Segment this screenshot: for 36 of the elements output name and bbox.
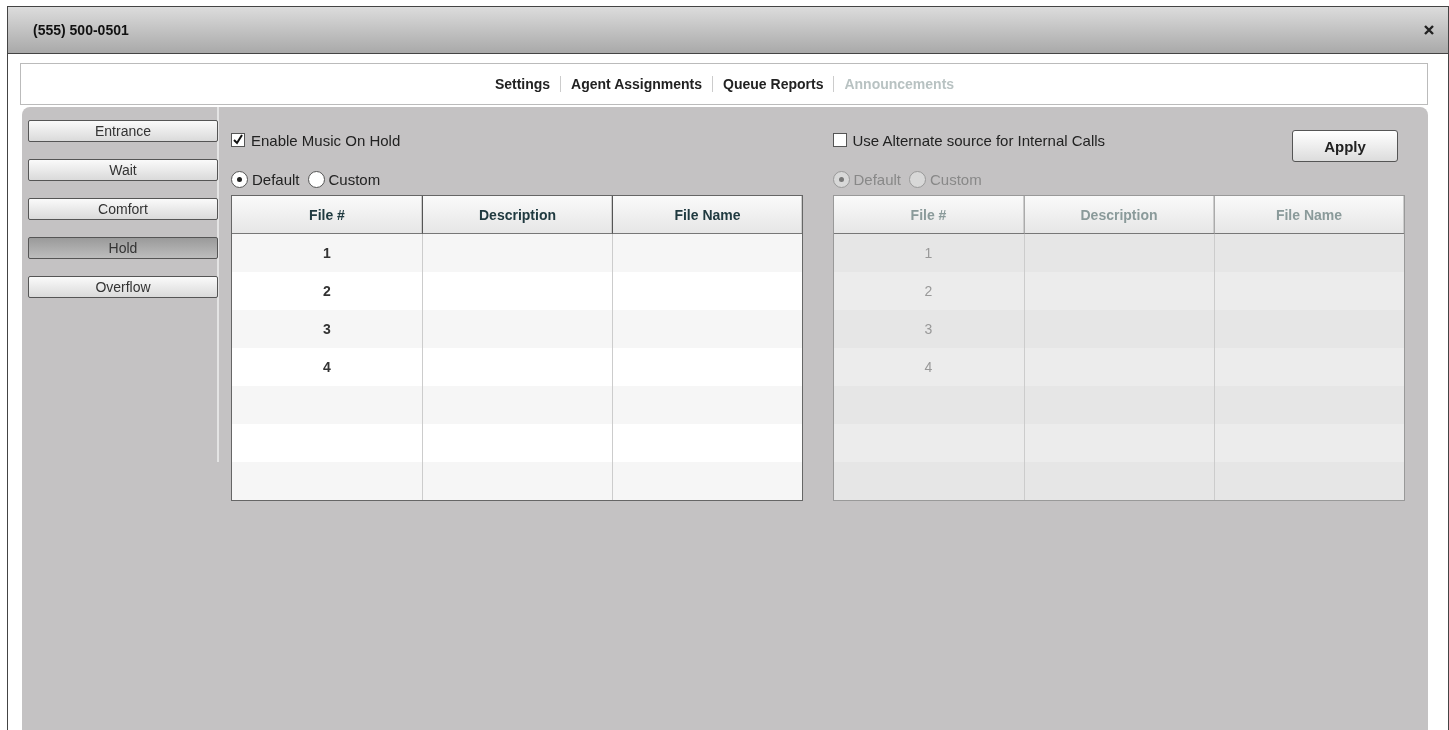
sidebar-button[interactable]: Wait — [28, 159, 218, 181]
radio-label: Default — [853, 170, 902, 188]
table-row[interactable] — [232, 462, 802, 500]
table-cell-text: 3 — [923, 320, 934, 339]
column-header[interactable]: File Name — [612, 196, 802, 234]
table-cell-text: 4 — [322, 358, 332, 377]
apply-button[interactable]: Apply — [1292, 130, 1398, 162]
table-cell-text: 2 — [923, 282, 934, 301]
checkbox-label: Use Alternate source for Internal Calls — [852, 131, 1106, 149]
radio-label: Default — [252, 170, 300, 188]
table-row[interactable]: 1 — [232, 234, 802, 272]
window-title: (555) 500-0501 — [33, 22, 129, 38]
table-cell-text: 1 — [322, 244, 332, 263]
close-icon[interactable] — [1424, 25, 1434, 35]
sidebar-button[interactable]: Entrance — [28, 120, 218, 142]
sidebar-button[interactable]: Overflow — [28, 276, 218, 298]
sidebar-button[interactable]: Hold — [28, 237, 218, 259]
radio-label: Custom — [930, 170, 982, 188]
tab[interactable]: Queue Reports — [712, 76, 834, 92]
table-row[interactable]: 3 — [232, 310, 802, 348]
radio-label: Custom — [328, 170, 381, 188]
table-row[interactable] — [232, 386, 802, 424]
radio-button[interactable] — [231, 170, 248, 188]
tab[interactable]: Settings — [483, 76, 561, 92]
radio-button[interactable] — [307, 170, 325, 188]
table-cell-text: 4 — [923, 358, 934, 377]
table-row[interactable] — [833, 424, 1404, 462]
table-cell-text: 2 — [322, 282, 332, 301]
tab[interactable]: Agent Assignments — [560, 76, 713, 92]
checkbox[interactable] — [231, 133, 245, 147]
table-cell-text: 1 — [923, 244, 934, 263]
checkbox-label: Enable Music On Hold — [251, 131, 401, 149]
table-cell-text: 3 — [322, 320, 332, 339]
column-header[interactable]: File # — [232, 196, 422, 234]
sidebar-button[interactable]: Comfort — [28, 198, 218, 220]
column-header[interactable]: Description — [422, 196, 612, 234]
